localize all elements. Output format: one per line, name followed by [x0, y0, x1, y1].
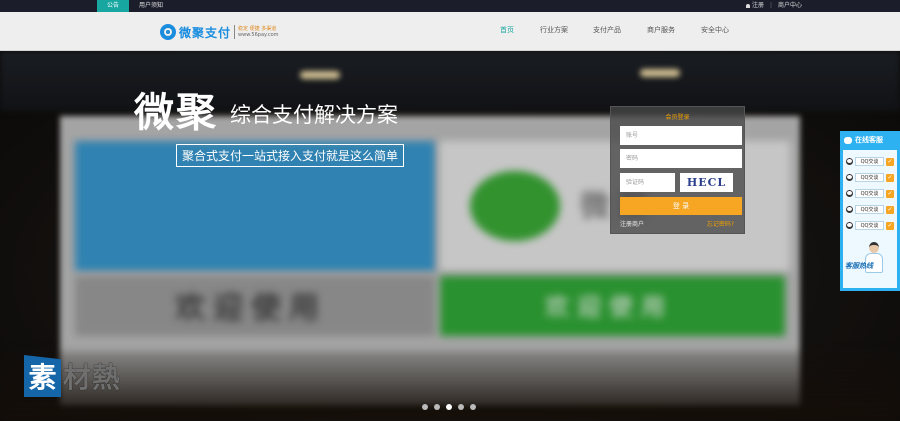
carousel-dot[interactable] [422, 404, 428, 410]
user-icon [745, 3, 750, 8]
qq-icon [846, 222, 853, 229]
register-label: 注册 [751, 2, 764, 9]
qq-chat-button[interactable]: QQ交谈 ✓ [846, 156, 894, 167]
login-title: 会员登录 [665, 114, 690, 121]
login-button[interactable]: 登 录 [620, 197, 742, 215]
qq-icon [846, 206, 853, 213]
nav-merchant-services[interactable]: 商户服务 [647, 25, 675, 35]
nav-home[interactable]: 首页 [500, 25, 514, 35]
logo-divider [234, 25, 236, 39]
qq-label: QQ交谈 [855, 189, 884, 198]
register-merchant-link[interactable]: 注册商户 [620, 219, 644, 228]
qq-chat-button[interactable]: QQ交谈 ✓ [846, 172, 894, 183]
nav-industry-solutions[interactable]: 行业方案 [540, 25, 568, 35]
check-icon: ✓ [886, 189, 894, 198]
account-input[interactable]: 账号 [620, 126, 742, 145]
hero-brand: 微聚 [134, 90, 218, 136]
carousel-dot-active[interactable] [446, 404, 452, 410]
qq-chat-button[interactable]: QQ交谈 ✓ [846, 220, 894, 231]
customer-service-header: 在线客服 [840, 131, 900, 149]
tab-notice[interactable]: 公告 [97, 0, 129, 12]
qq-label: QQ交谈 [855, 157, 884, 166]
check-icon: ✓ [886, 221, 894, 230]
qq-label: QQ交谈 [855, 221, 884, 230]
service-hotline-label: 客服热线 [845, 262, 873, 270]
captcha-input[interactable]: 验证码 [620, 173, 675, 192]
top-right-links: 注册 | 商户中心 [745, 0, 802, 12]
password-input[interactable]: 密码 [620, 149, 742, 168]
separator: | [769, 2, 772, 9]
captcha-image[interactable]: HECL [680, 173, 733, 192]
customer-service-title: 在线客服 [855, 136, 883, 144]
logo[interactable]: 微聚支付 稳定 便捷 多渠道 www.56pay.com [160, 23, 279, 41]
login-panel: 会员登录 账号 密码 验证码 HECL 登 录 注册商户 忘记密码? [610, 106, 745, 234]
agent-head [869, 242, 879, 253]
carousel-indicators [422, 404, 476, 410]
forgot-password-link[interactable]: 忘记密码? [707, 219, 734, 228]
carousel-dot[interactable] [470, 404, 476, 410]
logo-name: 微聚支付 [179, 25, 232, 40]
logo-url: www.56pay.com [238, 32, 279, 38]
register-link[interactable]: 注册 [745, 0, 764, 12]
carousel-dot[interactable] [458, 404, 464, 410]
top-bar: 公告 用户须知 注册 | 商户中心 [0, 0, 900, 12]
logo-icon [160, 24, 176, 40]
check-icon: ✓ [886, 205, 894, 214]
qq-label: QQ交谈 [855, 205, 884, 214]
check-icon: ✓ [886, 157, 894, 166]
logo-subtext: 稳定 便捷 多渠道 www.56pay.com [238, 26, 279, 38]
carousel-dot[interactable] [434, 404, 440, 410]
qq-icon [846, 190, 853, 197]
hero-tagline: 聚合式支付一站式接入支付就是这么简单 [176, 144, 405, 167]
merchant-center-link[interactable]: 商户中心 [778, 0, 802, 12]
customer-service-widget: 在线客服 QQ交谈 ✓ QQ交谈 ✓ QQ交谈 ✓ QQ交谈 ✓ QQ交谈 ✓ 客服热线 [840, 131, 900, 291]
qq-icon [846, 158, 853, 165]
qq-icon [846, 174, 853, 181]
watermark-badge: 素 [24, 355, 61, 397]
check-icon: ✓ [886, 173, 894, 182]
tab-user-guide[interactable]: 用户须知 [134, 0, 168, 12]
hero-headline: 微聚 综合支付解决方案 [134, 90, 398, 136]
nav-security-center[interactable]: 安全中心 [701, 25, 729, 35]
header: 微聚支付 稳定 便捷 多渠道 www.56pay.com [0, 12, 900, 51]
chat-icon [844, 136, 852, 144]
nav-payment-products[interactable]: 支付产品 [593, 25, 621, 35]
watermark-logo: 素 材熱 [24, 355, 121, 397]
watermark-text: 材熱 [63, 361, 122, 394]
qq-chat-button[interactable]: QQ交谈 ✓ [846, 204, 894, 215]
hero-subheading: 综合支付解决方案 [230, 103, 398, 127]
qq-chat-button[interactable]: QQ交谈 ✓ [846, 188, 894, 199]
qq-label: QQ交谈 [855, 173, 884, 182]
